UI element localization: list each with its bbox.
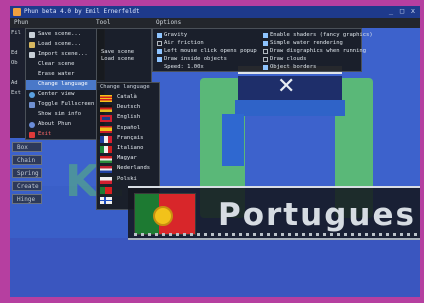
language-italiano[interactable]: Italiano: [97, 144, 159, 154]
finnish-flag-icon: [100, 196, 112, 204]
menu-toggle-fullscreen[interactable]: Toggle Fullscreen: [26, 100, 104, 110]
target-icon: [29, 92, 35, 98]
disk-icon: [29, 32, 35, 38]
checkbox[interactable]: [263, 41, 268, 46]
hotkey-add[interactable]: Ad: [11, 78, 26, 88]
portugal-flag-icon: [134, 193, 196, 235]
exit-icon: [29, 132, 35, 138]
tool-chain-button[interactable]: Chain: [12, 155, 42, 165]
checkbox[interactable]: [263, 65, 268, 70]
maximize-button[interactable]: □: [397, 7, 407, 16]
menu-import-scene[interactable]: Import scene...: [26, 50, 104, 60]
option-air-friction[interactable]: Air friction: [155, 39, 250, 47]
checkbox[interactable]: [157, 49, 162, 54]
info-icon: [29, 122, 35, 128]
hungarian-flag-icon: [100, 156, 112, 164]
menu-exit[interactable]: Exit: [26, 130, 104, 140]
file-menu: Save scene... Load scene... Import scene…: [25, 28, 105, 140]
language-menu-title: Change language: [100, 84, 150, 90]
language-catala[interactable]: Català: [97, 93, 159, 103]
checkbox[interactable]: [157, 57, 162, 62]
menu-tool[interactable]: Tool: [96, 18, 110, 28]
window-title: Phun beta 4.0 by Emil Ernerfeldt: [24, 8, 140, 15]
german-flag-icon: [100, 105, 112, 113]
option-draw-inside[interactable]: Draw inside objects: [155, 55, 250, 63]
close-button[interactable]: x: [408, 7, 418, 16]
option-gravity[interactable]: Gravity: [155, 31, 250, 39]
language-deutsch[interactable]: Deutsch: [97, 103, 159, 113]
blue-square[interactable]: [222, 114, 244, 166]
window-titlebar[interactable]: Phun beta 4.0 by Emil Ernerfeldt _ □ x: [10, 6, 420, 18]
option-draw-disgraphics[interactable]: Draw disgraphics when running: [261, 47, 366, 55]
menu-about-phun[interactable]: About Phun: [26, 120, 104, 130]
selected-language-banner[interactable]: Portugues: [128, 186, 420, 240]
menu-erase-water[interactable]: Erase water: [26, 70, 104, 80]
tool-load-scene[interactable]: Load scene: [97, 56, 151, 63]
tool-create-button[interactable]: Create: [12, 181, 42, 191]
tool-menu: Save scene Load scene: [96, 28, 152, 84]
close-x-icon[interactable]: ✕: [277, 76, 295, 98]
portugal-flag-icon: [100, 186, 112, 194]
tool-spring-button[interactable]: Spring: [12, 168, 42, 178]
hotkey-object[interactable]: Ob: [11, 58, 26, 68]
blue-bar[interactable]: [235, 100, 345, 116]
menu-center-view[interactable]: Center view: [26, 90, 104, 100]
checkbox[interactable]: [263, 49, 268, 54]
left-hotkey-column: Fil Ed Ob Ad Ext: [10, 28, 26, 138]
checkbox[interactable]: [263, 57, 268, 62]
language-nederlands[interactable]: Nederlands: [97, 164, 159, 174]
scene-ground: [10, 238, 420, 297]
hotkey-file[interactable]: Fil: [11, 28, 26, 38]
language-polski[interactable]: Polski: [97, 175, 159, 185]
option-draw-clouds[interactable]: Draw clouds: [261, 55, 361, 63]
menu-change-language[interactable]: Change language▸: [26, 80, 104, 90]
menu-phun[interactable]: Phun: [14, 18, 28, 28]
menu-load-scene[interactable]: Load scene...: [26, 40, 104, 50]
checkbox[interactable]: [263, 33, 268, 38]
menu-save-scene[interactable]: Save scene...: [26, 30, 104, 40]
french-flag-icon: [100, 135, 112, 143]
hotkey-extra[interactable]: Ext: [11, 88, 26, 98]
language-english[interactable]: English: [97, 113, 159, 123]
polish-flag-icon: [100, 176, 112, 184]
catalan-flag-icon: [100, 95, 112, 102]
folder-icon: [29, 42, 35, 48]
app-icon: [13, 8, 21, 16]
checkbox[interactable]: [157, 41, 162, 46]
monitor-icon: [29, 102, 35, 108]
dutch-flag-icon: [100, 166, 112, 174]
language-magyar[interactable]: Magyar: [97, 154, 159, 164]
tool-save-scene[interactable]: Save scene: [97, 49, 151, 56]
menu-show-sim-info[interactable]: Show sim info: [26, 110, 104, 120]
option-object-borders[interactable]: Object borders: [261, 63, 361, 71]
menu-clear-scene[interactable]: Clear scene: [26, 60, 104, 70]
italian-flag-icon: [100, 145, 112, 153]
selection-dotted-border: [134, 233, 420, 236]
option-simple-water[interactable]: Simple water rendering: [261, 39, 361, 47]
language-espanol[interactable]: Español: [97, 124, 159, 134]
language-francais[interactable]: Français: [97, 134, 159, 144]
options-panel: Gravity Air friction Left mouse click op…: [152, 28, 373, 72]
import-icon: [29, 52, 35, 58]
phun-screen: ✕ KE Phun beta 4.0 by Emil Ernerfeldt _ …: [10, 6, 420, 297]
tool-hinge-button[interactable]: Hinge: [12, 194, 42, 204]
option-enable-shaders[interactable]: Enable shaders (fancy graphics): [261, 31, 373, 39]
menubar: Phun Tool Options: [10, 18, 420, 28]
checkbox[interactable]: [157, 33, 162, 38]
option-speed[interactable]: Speed: 1.00x: [155, 63, 250, 71]
uk-flag-icon: [100, 115, 112, 123]
option-left-click-popup[interactable]: Left mouse click opens popup: [155, 47, 257, 55]
tool-box-button[interactable]: Box: [12, 142, 42, 152]
selected-language-label: Portugues: [218, 197, 416, 233]
minimize-button[interactable]: _: [386, 7, 396, 16]
spanish-flag-icon: [100, 125, 112, 133]
hotkey-edit[interactable]: Ed: [11, 48, 26, 58]
menu-options[interactable]: Options: [156, 18, 181, 28]
